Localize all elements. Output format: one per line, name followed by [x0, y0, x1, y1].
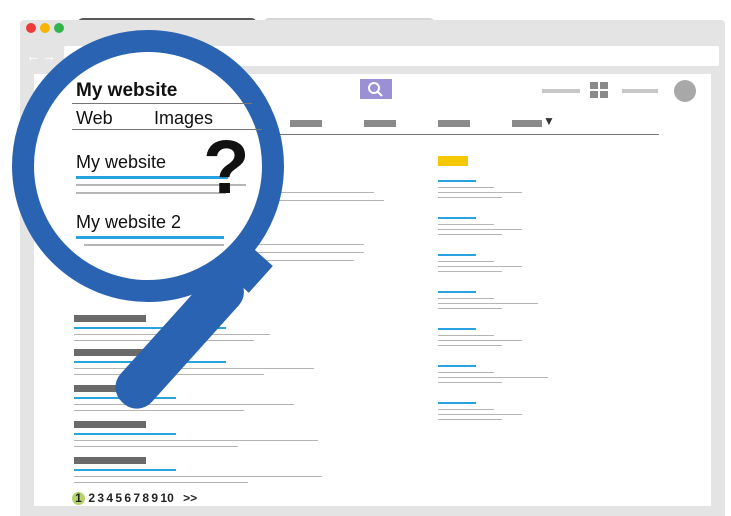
menu-line-icon [622, 89, 658, 93]
close-window-icon[interactable] [26, 23, 36, 33]
search-icon [368, 82, 383, 97]
result-title[interactable] [74, 385, 146, 392]
sidebar-link[interactable] [438, 180, 476, 182]
apps-grid-icon[interactable] [590, 82, 610, 100]
page-current[interactable]: 1 [72, 492, 85, 505]
tab-placeholder[interactable] [438, 120, 470, 127]
result-title[interactable] [74, 315, 146, 322]
search-button[interactable] [360, 79, 392, 99]
tab-placeholder[interactable] [364, 120, 396, 127]
page-viewport: ▼ 1 2 3 4 5 6 7 8 9 10 >> [34, 74, 711, 506]
browser-window: ← → ▼ 1 2 3 4 5 6 7 8 9 10 >> [20, 8, 725, 516]
profile-circle-icon[interactable] [674, 80, 696, 102]
tabs-divider [74, 134, 659, 135]
result-link[interactable] [74, 433, 176, 435]
result-title[interactable] [74, 457, 146, 464]
ad-badge [438, 156, 468, 166]
result-link[interactable] [74, 469, 176, 471]
pagination: 1 2 3 4 5 6 7 8 9 10 >> [72, 491, 197, 505]
dropdown-arrow-icon[interactable]: ▼ [543, 114, 555, 128]
sidebar-link[interactable] [438, 217, 476, 219]
back-arrow-icon[interactable]: ← [26, 48, 40, 64]
minimize-window-icon[interactable] [40, 23, 50, 33]
result-title[interactable] [74, 421, 146, 428]
result-link[interactable] [74, 361, 226, 363]
menu-line-icon [542, 89, 580, 93]
forward-arrow-icon[interactable]: → [42, 48, 56, 64]
result-link[interactable] [74, 397, 176, 399]
sidebar-link[interactable] [438, 328, 476, 330]
tab-more[interactable] [512, 120, 542, 127]
maximize-window-icon[interactable] [54, 23, 64, 33]
sidebar-link[interactable] [438, 365, 476, 367]
address-bar[interactable] [64, 46, 719, 66]
next-page-link[interactable]: >> [183, 491, 197, 505]
result-link[interactable] [74, 327, 226, 329]
page-numbers[interactable]: 2 3 4 5 6 7 8 9 10 [88, 491, 173, 505]
result-title[interactable] [74, 349, 146, 356]
sidebar-link[interactable] [438, 254, 476, 256]
sidebar-link[interactable] [438, 402, 476, 404]
tab-placeholder[interactable] [290, 120, 322, 127]
sidebar-link[interactable] [438, 291, 476, 293]
